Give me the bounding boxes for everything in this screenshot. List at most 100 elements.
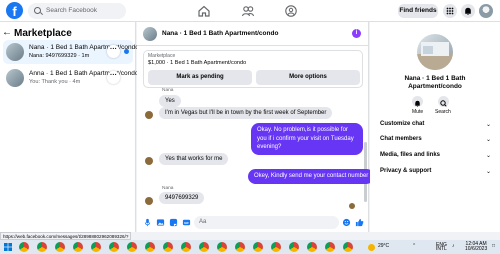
find-friends-button[interactable]: Find friends — [398, 4, 438, 18]
chrome-icon[interactable] — [91, 242, 101, 252]
chrome-icon[interactable] — [235, 242, 245, 252]
tray-chevron-icon[interactable]: ⌃ — [412, 243, 416, 249]
info-icon[interactable]: i — [352, 29, 361, 38]
section-privacy-support[interactable]: Privacy & support — [380, 168, 431, 174]
search-conversation-button[interactable] — [438, 96, 449, 107]
conversation-preview: You: Thank you · 4m — [29, 79, 81, 85]
chrome-icon[interactable] — [307, 242, 317, 252]
search-placeholder: Search Facebook — [46, 7, 97, 14]
sender-avatar — [145, 111, 153, 119]
incoming-message[interactable]: Yes — [159, 95, 181, 107]
chrome-icon[interactable] — [253, 242, 263, 252]
listing-text[interactable]: $1,000 · 1 Bed 1 Bath Apartment/condo — [148, 60, 246, 66]
chrome-icon[interactable] — [199, 242, 209, 252]
sender-label: Nana — [162, 88, 174, 93]
sidebar-title: Marketplace — [14, 28, 72, 39]
status-url: https://web.facebook.com/messages/t/2898… — [0, 232, 132, 240]
conversation-preview: Nana: 9497699329 · 1m — [29, 53, 90, 59]
mute-button[interactable] — [412, 96, 423, 107]
more-options-icon[interactable]: ··· — [107, 71, 120, 84]
chrome-icon[interactable] — [289, 242, 299, 252]
chrome-icon[interactable] — [19, 242, 29, 252]
search-facebook-input[interactable]: Search Facebook — [28, 3, 126, 19]
incoming-message[interactable]: Yes that works for me — [159, 153, 229, 165]
section-media-files-links[interactable]: Media, files and links — [380, 152, 440, 158]
chrome-icon[interactable] — [181, 242, 191, 252]
listing-thumbnail — [6, 69, 24, 87]
chat-title[interactable]: Nana · 1 Bed 1 Bath Apartment/condo — [162, 30, 278, 37]
unread-dot-icon — [124, 49, 129, 54]
mark-as-pending-button[interactable]: Mark as pending — [148, 70, 252, 85]
sender-avatar — [145, 197, 153, 205]
chrome-icon[interactable] — [109, 242, 119, 252]
chevron-down-icon: ⌄ — [486, 137, 492, 143]
chat-details-panel: Nana · 1 Bed 1 Bath Apartment/condo Mute… — [370, 22, 500, 232]
chrome-icon[interactable] — [325, 242, 335, 252]
mute-label: Mute — [412, 109, 424, 115]
chrome-icon[interactable] — [163, 242, 173, 252]
sender-avatar — [145, 157, 153, 165]
weather-icon[interactable] — [368, 244, 375, 251]
chrome-icon[interactable] — [37, 242, 47, 252]
marketplace-sidebar: ← Marketplace Nana · 1 Bed 1 Bath Apartm… — [0, 22, 139, 232]
language-indicator[interactable]: ENG INTL — [436, 243, 447, 252]
incoming-message[interactable]: I'm in Vegas but I'll be in town by the … — [159, 107, 333, 119]
outgoing-message[interactable]: Okey, Kindly send me your contact number — [248, 169, 375, 184]
incoming-message[interactable]: 9497699329 — [159, 192, 205, 204]
windows-start-icon[interactable] — [4, 243, 12, 251]
chrome-icon[interactable] — [343, 242, 353, 252]
chat-panel: Nana · 1 Bed 1 Bath Apartment/condo i Ma… — [137, 22, 375, 232]
gif-icon[interactable]: GIF — [182, 218, 191, 227]
conversation-name: Nana · 1 Bed 1 Bath Apartment/condo — [29, 44, 139, 51]
search-label: Search — [435, 109, 451, 115]
conversation-name: Anna · 1 Bed 1 Bath Apartment/condo — [29, 70, 139, 77]
clock-date: 10/6/2023 — [465, 245, 488, 252]
chrome-icon[interactable] — [55, 242, 65, 252]
chrome-icon[interactable] — [127, 242, 137, 252]
message-input[interactable]: Aa — [194, 216, 339, 229]
back-arrow-icon[interactable]: ← — [2, 27, 12, 38]
sender-label: Nana — [162, 186, 174, 191]
thumbs-up-icon[interactable] — [355, 218, 364, 227]
region-label: INTL — [436, 246, 447, 252]
friends-icon[interactable] — [241, 4, 255, 18]
chrome-icon[interactable] — [73, 242, 83, 252]
chevron-down-icon: ⌄ — [486, 153, 492, 159]
listing-avatar[interactable] — [417, 34, 453, 70]
conversation-item-nana[interactable]: Nana · 1 Bed 1 Bath Apartment/condo Nana… — [3, 40, 139, 64]
image-icon[interactable] — [156, 218, 165, 227]
conversation-item-anna[interactable]: Anna · 1 Bed 1 Bath Apartment/condo You:… — [3, 66, 139, 90]
account-avatar-icon[interactable] — [479, 4, 493, 18]
home-icon[interactable] — [197, 4, 211, 18]
windows-taskbar: 29°C ⌃ ENG INTL ♪ 12:04 AM 10/6/2023 □ — [0, 240, 500, 254]
listing-thumbnail — [6, 43, 24, 61]
bell-icon[interactable] — [461, 4, 475, 18]
chrome-icon[interactable] — [271, 242, 281, 252]
more-options-icon[interactable]: ··· — [107, 45, 120, 58]
chrome-icon[interactable] — [217, 242, 227, 252]
chat-header: Nana · 1 Bed 1 Bath Apartment/condo i — [137, 22, 369, 46]
facebook-logo[interactable]: f — [6, 2, 23, 19]
notifications-icon[interactable]: □ — [492, 243, 495, 249]
read-receipt-avatar — [349, 203, 355, 209]
sticker-icon[interactable] — [169, 218, 178, 227]
top-navigation-bar: f Search Facebook Find friends — [0, 0, 500, 22]
section-chat-members[interactable]: Chat members — [380, 136, 422, 142]
listing-label: Marketplace — [148, 53, 176, 59]
clock[interactable]: 12:04 AM 10/6/2023 — [465, 242, 487, 251]
chat-avatar[interactable] — [143, 27, 157, 41]
svg-text:GIF: GIF — [184, 221, 189, 225]
emoji-icon[interactable] — [342, 218, 351, 227]
weather-temperature[interactable]: 29°C — [378, 243, 389, 249]
chevron-down-icon: ⌄ — [486, 122, 492, 128]
volume-icon[interactable]: ♪ — [452, 243, 455, 249]
menu-grid-icon[interactable] — [443, 4, 457, 18]
groups-icon[interactable] — [284, 4, 298, 18]
microphone-icon[interactable] — [143, 218, 152, 227]
section-customize-chat[interactable]: Customize chat — [380, 121, 424, 127]
chrome-icon[interactable] — [145, 242, 155, 252]
more-options-button[interactable]: More options — [256, 70, 360, 85]
listing-card: Marketplace $1,000 · 1 Bed 1 Bath Apartm… — [143, 50, 363, 88]
outgoing-message[interactable]: Okay. No problem,is it possible for you … — [251, 123, 363, 155]
message-composer: GIF Aa — [137, 214, 369, 232]
